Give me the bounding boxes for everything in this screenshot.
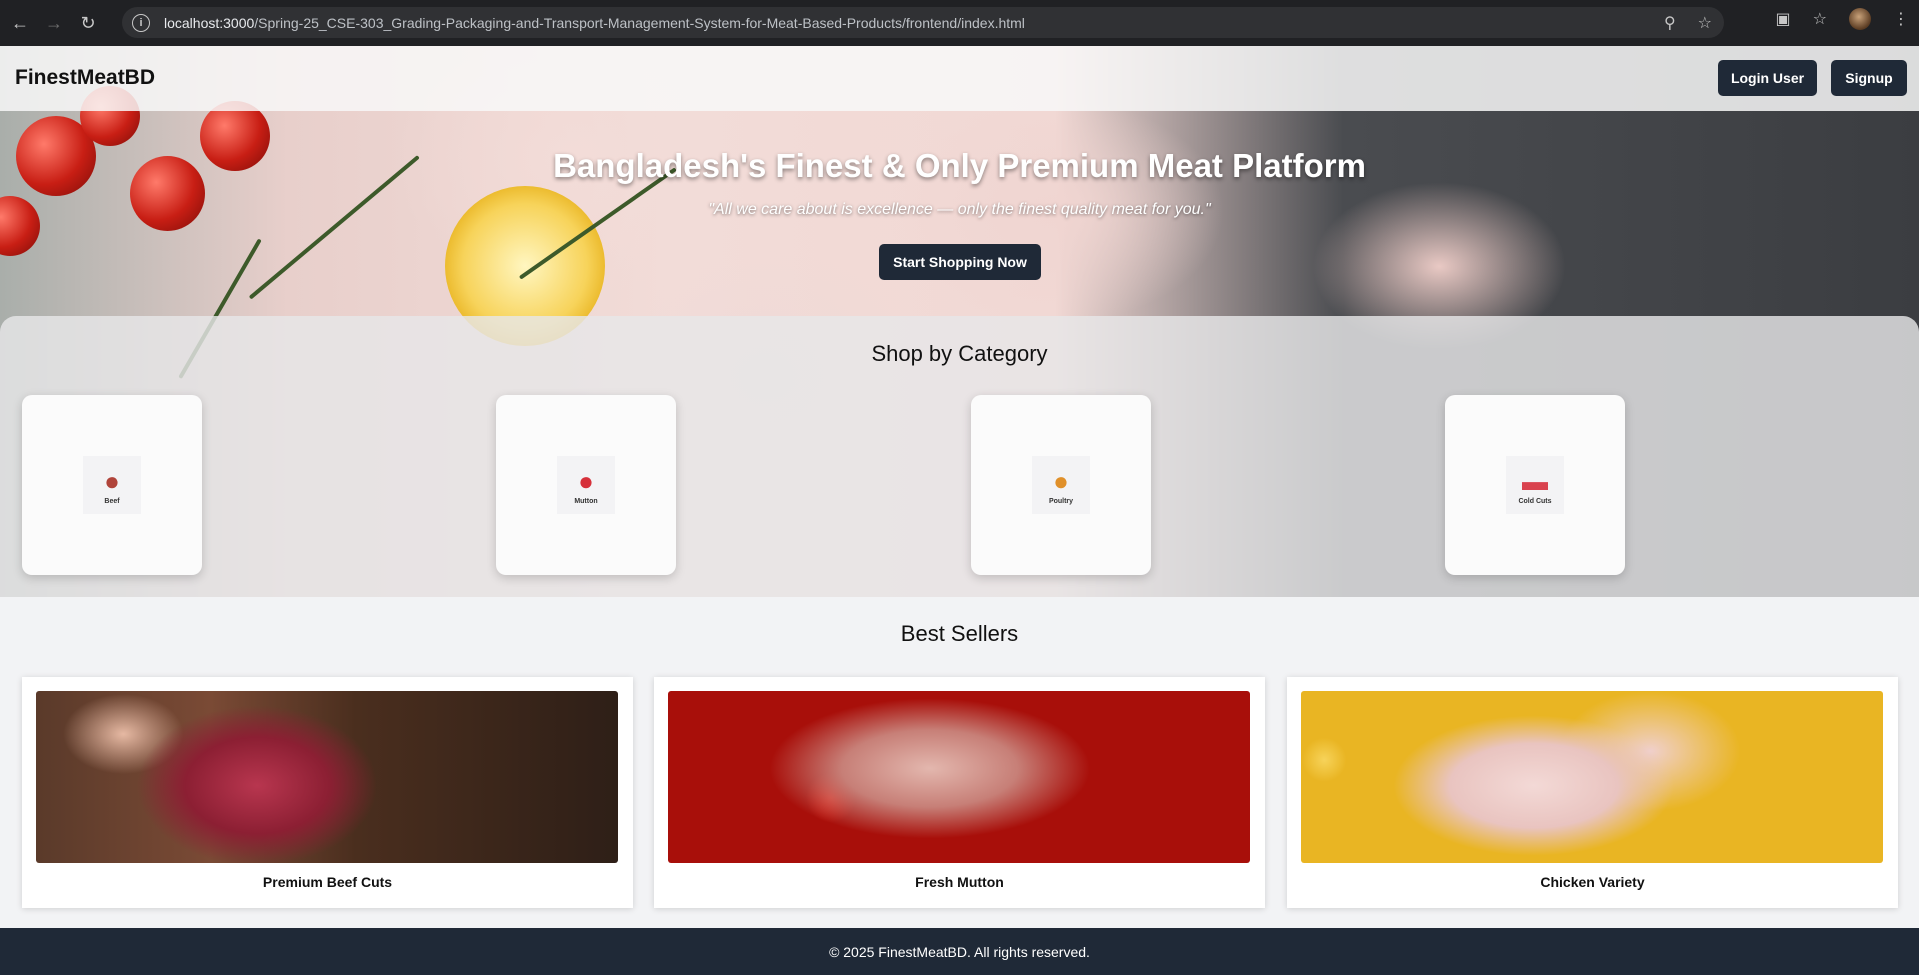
sausage-icon: ▬ Cold Cuts [1506,456,1564,514]
category-label: Mutton [574,497,598,505]
forward-icon[interactable]: → [40,9,68,37]
hero-quote: "All we care about is excellence — only … [708,201,1211,218]
best-sellers-title: Best Sellers [900,621,1019,646]
site-footer: © 2025 FinestMeatBD. All rights reserved… [0,928,1919,975]
category-label: Cold Cuts [1518,497,1552,505]
url-host: localhost:3000 [164,14,255,31]
product-name: Fresh Mutton [915,874,1004,890]
product-card-beef[interactable]: Premium Beef Cuts [22,677,633,908]
category-label: Poultry [1048,497,1074,505]
page-content: FinestMeatBD Login User Signup Banglades… [0,46,1919,975]
site-info-icon[interactable]: i [132,13,150,32]
bookmark-star-icon[interactable]: ☆ [1698,13,1712,33]
extensions-icon[interactable]: ▣ [1776,9,1791,29]
url-path: /Spring-25_CSE-303_Grading-Packaging-and… [254,14,1025,31]
url-text: localhost:3000/Spring-25_CSE-303_Grading… [164,15,1025,31]
product-image[interactable] [668,691,1250,863]
category-card-mutton[interactable]: ● Mutton [496,395,676,575]
roast-chicken-icon: ● Poultry [1032,456,1090,514]
category-section-title: Shop by Category [871,341,1048,366]
login-button[interactable]: Login User [1718,60,1817,96]
product-card-mutton[interactable]: Fresh Mutton [654,677,1265,908]
product-name: Chicken Variety [1540,874,1645,890]
back-icon[interactable]: ← [6,9,34,37]
mutton-icon: ● Mutton [557,456,615,514]
browser-toolbar: ← → ↻ i localhost:3000/Spring-25_CSE-303… [0,0,1919,46]
product-card-chicken[interactable]: Chicken Variety [1287,677,1898,908]
product-image[interactable] [1301,691,1883,863]
product-name: Premium Beef Cuts [262,874,393,890]
bookmarks-icon[interactable]: ☆ [1813,9,1827,29]
zoom-icon[interactable]: ⚲ [1664,13,1676,33]
start-shopping-button[interactable]: Start Shopping Now [879,244,1041,280]
hero-title: Bangladesh's Finest & Only Premium Meat … [553,147,1366,184]
site-header: FinestMeatBD Login User Signup [0,46,1919,111]
category-card-cold-cuts[interactable]: ▬ Cold Cuts [1445,395,1625,575]
signup-button[interactable]: Signup [1831,60,1907,96]
category-label: Beef [104,497,120,505]
profile-avatar[interactable] [1849,8,1871,30]
brand-logo[interactable]: FinestMeatBD [15,66,155,90]
menu-icon[interactable]: ⋮ [1893,9,1909,29]
category-card-poultry[interactable]: ● Poultry [971,395,1151,575]
category-card-beef[interactable]: ● Beef [22,395,202,575]
steak-icon: ● Beef [83,456,141,514]
address-bar[interactable]: i localhost:3000/Spring-25_CSE-303_Gradi… [122,7,1724,38]
product-image[interactable] [36,691,618,863]
reload-icon[interactable]: ↻ [74,9,102,37]
